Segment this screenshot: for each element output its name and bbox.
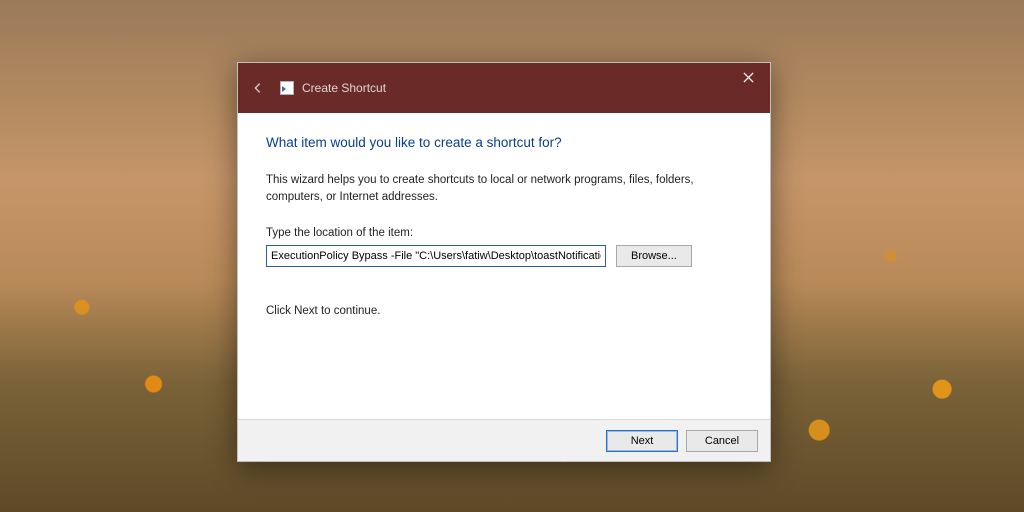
location-label: Type the location of the item:: [266, 227, 742, 239]
wizard-heading: What item would you like to create a sho…: [266, 135, 742, 150]
location-row: Browse...: [266, 245, 742, 267]
wizard-content: What item would you like to create a sho…: [238, 113, 770, 419]
create-shortcut-dialog: Create Shortcut What item would you like…: [237, 62, 771, 462]
continue-hint: Click Next to continue.: [266, 305, 742, 317]
close-icon: [743, 72, 754, 83]
dialog-footer: Next Cancel: [238, 419, 770, 461]
titlebar[interactable]: Create Shortcut: [238, 63, 770, 113]
back-button[interactable]: [250, 80, 266, 96]
cancel-button[interactable]: Cancel: [686, 430, 758, 452]
location-input[interactable]: [266, 245, 606, 267]
wizard-description: This wizard helps you to create shortcut…: [266, 172, 742, 205]
browse-button[interactable]: Browse...: [616, 245, 692, 267]
close-button[interactable]: [726, 63, 770, 91]
shortcut-icon: [280, 81, 294, 95]
next-button[interactable]: Next: [606, 430, 678, 452]
window-title: Create Shortcut: [302, 81, 386, 95]
arrow-left-icon: [251, 81, 265, 95]
